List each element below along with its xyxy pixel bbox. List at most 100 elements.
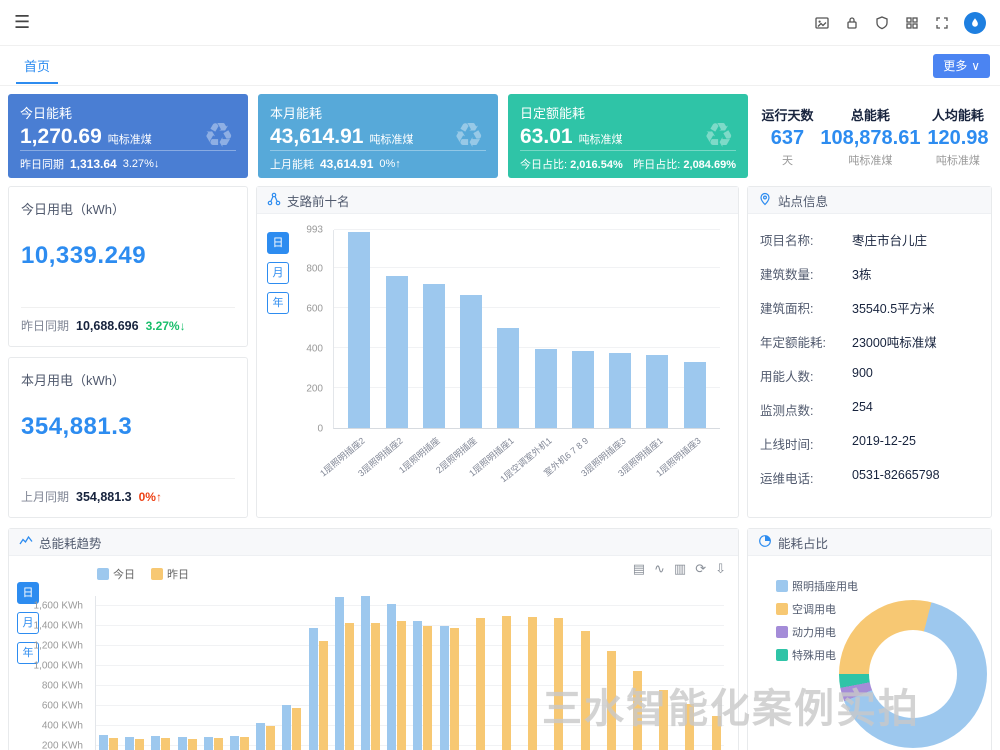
axis-tick-label: 600 KWh	[42, 701, 83, 712]
trend-bar[interactable]	[230, 736, 239, 750]
trend-bar[interactable]	[554, 618, 563, 750]
trend-bar-group	[204, 596, 223, 750]
trend-bar[interactable]	[214, 738, 223, 750]
trend-bar[interactable]	[387, 604, 396, 750]
trend-bar[interactable]	[266, 726, 275, 750]
trend-bar[interactable]	[319, 641, 328, 750]
legend-item[interactable]: 照明插座用电	[776, 578, 858, 594]
branch-top10-panel: 支路前十名 日月年 0200400600800993 1层照明插座23层照明插座…	[256, 186, 739, 518]
kpi-sub-value: 2,084.69%	[683, 159, 736, 171]
trend-bar[interactable]	[712, 716, 721, 750]
trend-bar[interactable]	[528, 617, 537, 750]
trend-bar[interactable]	[476, 618, 485, 750]
axis-tick-label: 400 KWh	[42, 721, 83, 732]
trend-bar[interactable]	[282, 705, 291, 750]
panel-title: 能耗占比	[778, 533, 828, 552]
branch-chart-body: 日月年 0200400600800993 1层照明插座23层照明插座21层照明插…	[257, 214, 738, 517]
trend-bar[interactable]	[440, 626, 449, 750]
trend-bar[interactable]	[345, 623, 354, 750]
line-chart-icon[interactable]: ∿	[654, 561, 665, 577]
trend-bar[interactable]	[361, 596, 370, 750]
trend-bar[interactable]	[188, 739, 197, 750]
trend-bar[interactable]	[292, 708, 301, 750]
brand-logo-icon[interactable]	[964, 12, 986, 34]
trend-bar[interactable]	[502, 616, 511, 750]
trend-bar[interactable]	[109, 738, 118, 750]
legend-item[interactable]: 动力用电	[776, 624, 858, 640]
trend-bar-group	[544, 596, 563, 750]
trend-bar[interactable]	[413, 621, 422, 750]
axis-tick-label: 200 KWh	[42, 741, 83, 750]
trend-bar[interactable]	[581, 631, 590, 750]
kpi-sub-label: 上月能耗	[270, 156, 314, 172]
trend-bar[interactable]	[335, 597, 344, 750]
stat-unit: 吨标准煤	[927, 152, 988, 168]
energy-share-donut[interactable]	[839, 600, 987, 748]
branch-bar-7[interactable]	[572, 351, 594, 428]
stat-value: 637	[761, 127, 813, 150]
kpi-sub-label: 昨日同期	[20, 156, 64, 172]
trend-bar[interactable]	[99, 735, 108, 750]
axis-tick-label: 200	[306, 383, 323, 394]
stat-total-energy: 总能耗 108,878.61 吨标准煤	[820, 105, 920, 168]
trend-bar-group	[597, 596, 616, 750]
trend-bar[interactable]	[397, 621, 406, 750]
branch-bar-5[interactable]	[497, 328, 519, 428]
axis-tick-label: 800	[306, 263, 323, 274]
site-info-row: 上线时间:2019-12-25	[760, 434, 979, 453]
branch-bar-8[interactable]	[609, 353, 631, 428]
recycle-icon: ♻	[704, 116, 734, 156]
branch-bar-6[interactable]	[535, 349, 557, 428]
topbar: ☰	[0, 0, 1000, 46]
branch-period-button-1[interactable]: 日	[267, 232, 289, 254]
branch-bar-1[interactable]	[348, 232, 370, 428]
stat-value: 108,878.61	[820, 127, 920, 150]
trend-bar[interactable]	[633, 671, 642, 750]
card-sub-delta: 0%↑	[139, 490, 162, 504]
topbar-icons	[814, 12, 986, 34]
trend-bar[interactable]	[161, 738, 170, 750]
trend-bar[interactable]	[151, 736, 160, 750]
branch-period-button-3[interactable]: 年	[267, 292, 289, 314]
stat-unit: 吨标准煤	[820, 152, 920, 168]
tab-home[interactable]: 首页	[16, 47, 58, 84]
trend-bar[interactable]	[685, 704, 694, 750]
refresh-icon[interactable]: ⟳	[695, 561, 706, 577]
branch-bar-9[interactable]	[646, 355, 668, 428]
trend-bar[interactable]	[125, 737, 134, 750]
shield-icon[interactable]	[874, 15, 890, 31]
grid-icon[interactable]	[904, 15, 920, 31]
branch-bar-4[interactable]	[460, 295, 482, 428]
pie-chart-body: 照明插座用电空调用电动力用电特殊用电	[748, 556, 991, 750]
picture-icon[interactable]	[814, 15, 830, 31]
more-label: 更多	[943, 57, 967, 74]
branch-bar-3[interactable]	[423, 284, 445, 428]
branch-period-button-2[interactable]: 月	[267, 262, 289, 284]
legend-item[interactable]: 今日	[97, 566, 135, 582]
kpi-sub-value: 1,313.64	[70, 157, 117, 171]
trend-bar[interactable]	[240, 737, 249, 750]
menu-icon[interactable]: ☰	[14, 12, 30, 33]
lock-icon[interactable]	[844, 15, 860, 31]
fullscreen-icon[interactable]	[934, 15, 950, 31]
more-button[interactable]: 更多 ∨	[933, 54, 990, 78]
branch-bar-10[interactable]	[684, 362, 706, 428]
trend-bar[interactable]	[607, 651, 616, 750]
trend-bar[interactable]	[256, 723, 265, 750]
trend-bar[interactable]	[135, 739, 144, 750]
legend-item[interactable]: 空调用电	[776, 601, 858, 617]
branch-bar-2[interactable]	[386, 276, 408, 428]
legend-item[interactable]: 昨日	[151, 566, 189, 582]
trend-bar[interactable]	[450, 628, 459, 750]
trend-bar[interactable]	[423, 626, 432, 750]
trend-bar[interactable]	[178, 737, 187, 750]
kpi-value: 63.01	[520, 125, 573, 149]
trend-bar[interactable]	[659, 690, 668, 750]
trend-bar[interactable]	[204, 737, 213, 750]
card-sub-label: 上月同期	[21, 488, 69, 505]
trend-bar[interactable]	[309, 628, 318, 750]
bar-chart-icon[interactable]: ▥	[674, 561, 686, 577]
data-view-icon[interactable]: ▤	[633, 561, 645, 577]
trend-bar[interactable]	[371, 623, 380, 750]
download-icon[interactable]: ⇩	[715, 561, 726, 577]
